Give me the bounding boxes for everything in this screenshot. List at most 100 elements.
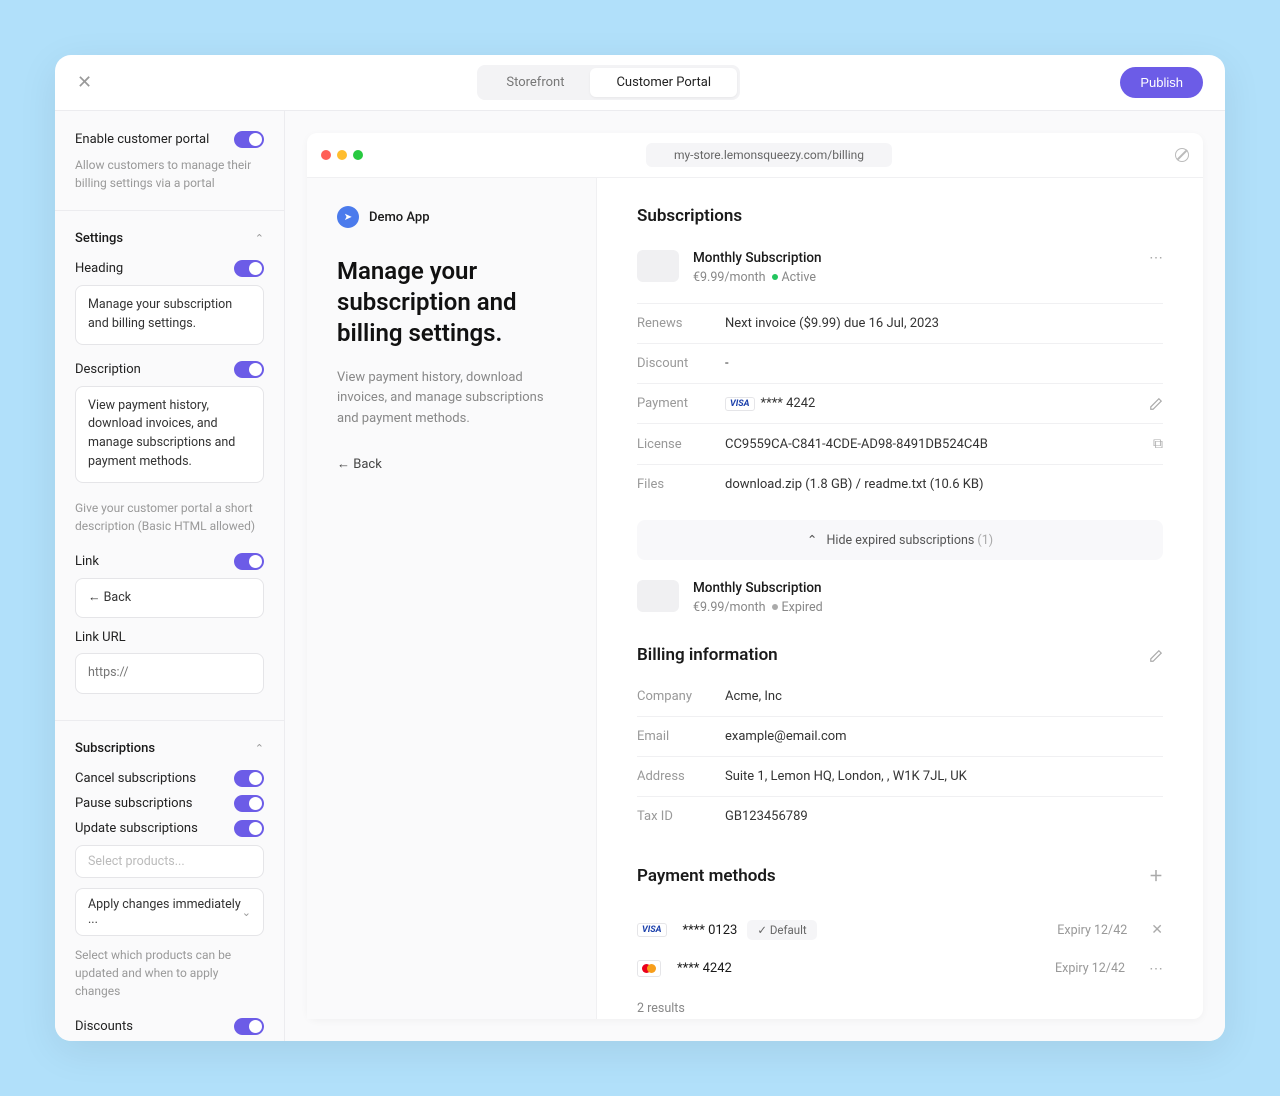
company-value: Acme, Inc (725, 689, 1163, 704)
expand-dot-icon (353, 150, 363, 160)
pause-subs-label: Pause subscriptions (75, 796, 192, 811)
tab-customer-portal[interactable]: Customer Portal (590, 68, 737, 97)
back-text: Back (353, 457, 382, 472)
link-input[interactable] (75, 578, 264, 619)
file-link[interactable]: readme.txt (10.6 KB) (864, 477, 983, 492)
pause-subs-toggle[interactable] (234, 795, 264, 812)
copy-icon[interactable]: ⧉ (1153, 436, 1163, 452)
settings-section-head[interactable]: Settings ⌃ (75, 231, 264, 246)
default-badge: ✓ Default (747, 920, 816, 940)
card-expiry: Expiry 12/42 (1057, 923, 1127, 938)
app-logo-icon: ➤ (337, 206, 359, 228)
disable-icon[interactable] (1175, 148, 1189, 162)
payment-methods-title: Payment methods ＋ (637, 866, 1163, 886)
subscription-name: Monthly Subscription (693, 580, 1163, 596)
browser-bar: my-store.lemonsqueezy.com/billing (307, 133, 1203, 178)
tax-label: Tax ID (637, 809, 725, 824)
product-thumb (637, 580, 679, 612)
browser-body: ➤ Demo App Manage your subscription and … (307, 178, 1203, 1019)
link-toggle[interactable] (234, 553, 264, 570)
chevron-down-icon: ⌄ (242, 906, 251, 919)
publish-button[interactable]: Publish (1120, 67, 1203, 98)
subscription-item: Monthly Subscription €9.99/monthExpired (637, 580, 1163, 615)
tab-storefront[interactable]: Storefront (480, 68, 590, 97)
preview-pane: my-store.lemonsqueezy.com/billing ➤ Demo… (285, 111, 1225, 1041)
heading-label: Heading (75, 261, 123, 276)
address-label: Address (637, 769, 725, 784)
card-last4: **** 0123 (683, 923, 738, 938)
description-toggle[interactable] (234, 361, 264, 378)
minimize-dot-icon (337, 150, 347, 160)
subscriptions-section-head[interactable]: Subscriptions ⌃ (75, 741, 264, 756)
url-bar: my-store.lemonsqueezy.com/billing (646, 143, 892, 167)
heading-toggle[interactable] (234, 260, 264, 277)
payment-value: VISA**** 4242 (725, 396, 1149, 411)
add-icon[interactable]: ＋ (1149, 866, 1163, 886)
description-help: Give your customer portal a short descri… (75, 499, 264, 535)
edit-icon[interactable] (1149, 397, 1163, 411)
visa-icon: VISA (637, 923, 667, 937)
select-products[interactable]: Select products... (75, 845, 264, 878)
edit-icon[interactable] (1149, 648, 1163, 662)
linkurl-label: Link URL (75, 630, 264, 645)
link-label: Link (75, 554, 99, 569)
chevron-up-icon: ⌃ (255, 232, 264, 245)
visa-icon: VISA (725, 397, 755, 411)
heading-input[interactable]: Manage your subscription and billing set… (75, 285, 264, 345)
chevron-up-icon: ⌃ (807, 533, 817, 548)
files-detail-label: Files (637, 477, 725, 492)
linkurl-input[interactable] (75, 653, 264, 694)
portal-content: Subscriptions Monthly Subscription €9.99… (597, 178, 1203, 1019)
update-subs-label: Update subscriptions (75, 821, 198, 836)
card-expiry: Expiry 12/42 (1055, 961, 1125, 976)
more-icon[interactable]: ⋯ (1149, 250, 1163, 266)
status-dot-icon (772, 274, 778, 280)
subscription-name: Monthly Subscription (693, 250, 1135, 266)
discount-value: - (725, 356, 1163, 371)
discounts-toggle[interactable] (234, 1018, 264, 1035)
billing-title: Billing information (637, 645, 1163, 665)
apply-changes-select[interactable]: Apply changes immediately ... ⌄ (75, 888, 264, 936)
enable-portal-label: Enable customer portal (75, 132, 209, 147)
chevron-up-icon: ⌃ (255, 742, 264, 755)
back-link[interactable]: ← Back (337, 456, 566, 472)
product-thumb (637, 250, 679, 282)
subscription-price: €9.99/monthActive (693, 270, 1135, 285)
files-value: download.zip (1.8 GB) / readme.txt (10.6… (725, 477, 1163, 492)
portal-description: View payment history, download invoices,… (337, 368, 566, 430)
card-last4: **** 4242 (677, 961, 732, 976)
description-input[interactable]: View payment history, download invoices,… (75, 386, 264, 483)
subscription-price: €9.99/monthExpired (693, 600, 1163, 615)
file-link[interactable]: download.zip (1.8 GB) (725, 477, 852, 492)
email-label: Email (637, 729, 725, 744)
cancel-subs-toggle[interactable] (234, 770, 264, 787)
company-label: Company (637, 689, 725, 704)
app-window: ✕ Storefront Customer Portal Publish Ena… (55, 55, 1225, 1041)
sidebar: Enable customer portal Allow customers t… (55, 111, 285, 1041)
license-label: License (637, 437, 725, 452)
settings-label: Settings (75, 231, 123, 246)
close-icon[interactable]: ✕ (77, 72, 97, 93)
enable-portal-toggle[interactable] (234, 131, 264, 148)
update-subs-toggle[interactable] (234, 820, 264, 837)
remove-icon[interactable]: ✕ (1151, 922, 1163, 938)
discount-label: Discount (637, 356, 725, 371)
renews-label: Renews (637, 316, 725, 331)
select-products-placeholder: Select products... (88, 854, 185, 869)
hide-expired-button[interactable]: ⌃ Hide expired subscriptions (1) (637, 520, 1163, 560)
subscription-item: Monthly Subscription €9.99/monthActive ⋯ (637, 250, 1163, 285)
browser-frame: my-store.lemonsqueezy.com/billing ➤ Demo… (307, 133, 1203, 1019)
apply-changes-value: Apply changes immediately ... (88, 897, 242, 927)
traffic-lights (321, 150, 363, 160)
portal-sidebar: ➤ Demo App Manage your subscription and … (307, 178, 597, 1019)
payment-method-row: **** 4242 Expiry 12/42 ⋯ (637, 950, 1163, 987)
payment-label: Payment (637, 396, 725, 411)
cancel-subs-label: Cancel subscriptions (75, 771, 196, 786)
enable-portal-help: Allow customers to manage their billing … (75, 156, 264, 192)
more-icon[interactable]: ⋯ (1149, 961, 1163, 977)
results-count: 2 results (637, 1001, 1163, 1016)
portal-heading: Manage your subscription and billing set… (337, 256, 566, 350)
description-label: Description (75, 362, 141, 377)
payment-method-row: VISA **** 0123 ✓ Default Expiry 12/42 ✕ (637, 910, 1163, 950)
tab-switcher: Storefront Customer Portal (477, 65, 740, 100)
